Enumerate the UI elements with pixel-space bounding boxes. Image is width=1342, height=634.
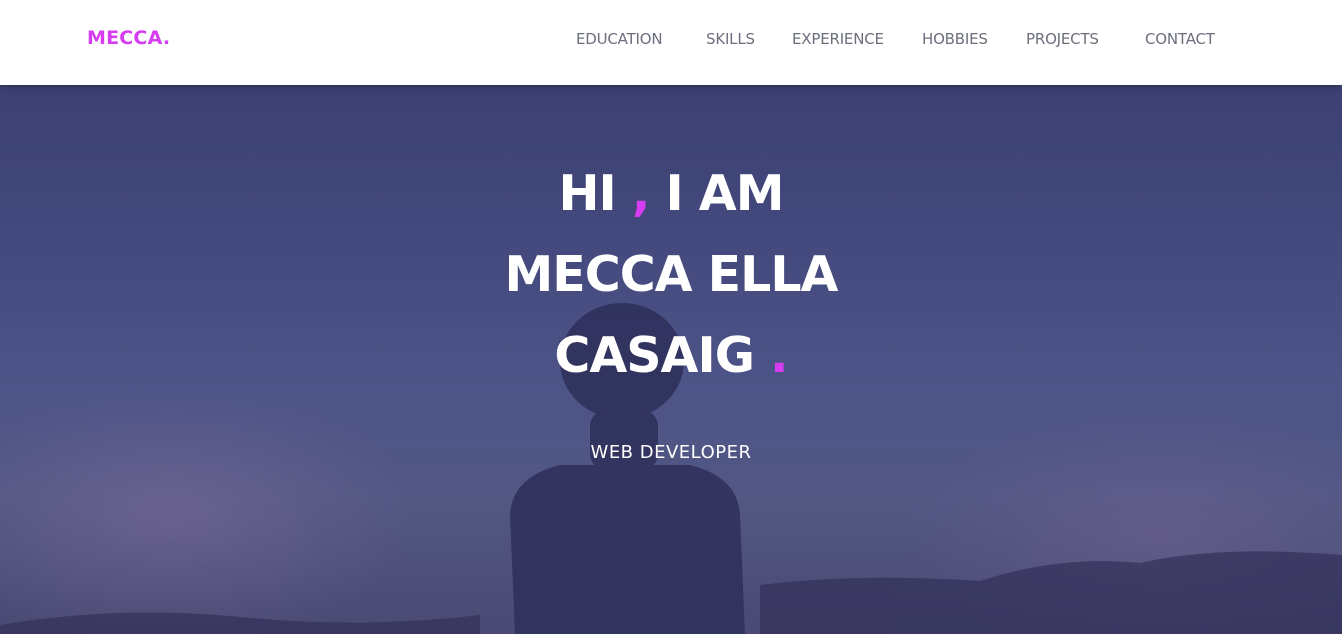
nav-link-contact[interactable]: CONTACT <box>1145 30 1215 48</box>
headline-greeting: HI <box>558 165 632 222</box>
hero-section: HI , I AM MECCA ELLA CASAIG . WEB DEVELO… <box>0 85 1342 634</box>
nav-link-projects[interactable]: PROJECTS <box>1026 30 1099 48</box>
headline-line-3: CASAIG . <box>0 315 1342 396</box>
headline-dot: . <box>769 327 789 384</box>
nav-link-skills[interactable]: SKILLS <box>706 30 755 48</box>
hero-content: HI , I AM MECCA ELLA CASAIG . WEB DEVELO… <box>0 153 1342 463</box>
nav-link-hobbies[interactable]: HOBBIES <box>922 30 988 48</box>
headline-line-2: MECCA ELLA <box>504 246 839 303</box>
headline-comma: , <box>631 165 651 222</box>
hero-subtitle: WEB DEVELOPER <box>590 442 752 463</box>
headline-line-1: HI , I AM <box>0 153 1342 234</box>
nav-link-experience[interactable]: EXPERIENCE <box>792 30 884 48</box>
navbar: MECCA. EDUCATION SKILLS EXPERIENCE HOBBI… <box>0 0 1342 85</box>
headline-i-am: I AM <box>649 165 784 222</box>
hero-headline: HI , I AM MECCA ELLA CASAIG . <box>0 153 1342 396</box>
headline-surname: CASAIG <box>554 327 770 384</box>
nav-link-education[interactable]: EDUCATION <box>576 30 663 48</box>
nav-menu: EDUCATION SKILLS EXPERIENCE HOBBIES PROJ… <box>0 30 1342 54</box>
